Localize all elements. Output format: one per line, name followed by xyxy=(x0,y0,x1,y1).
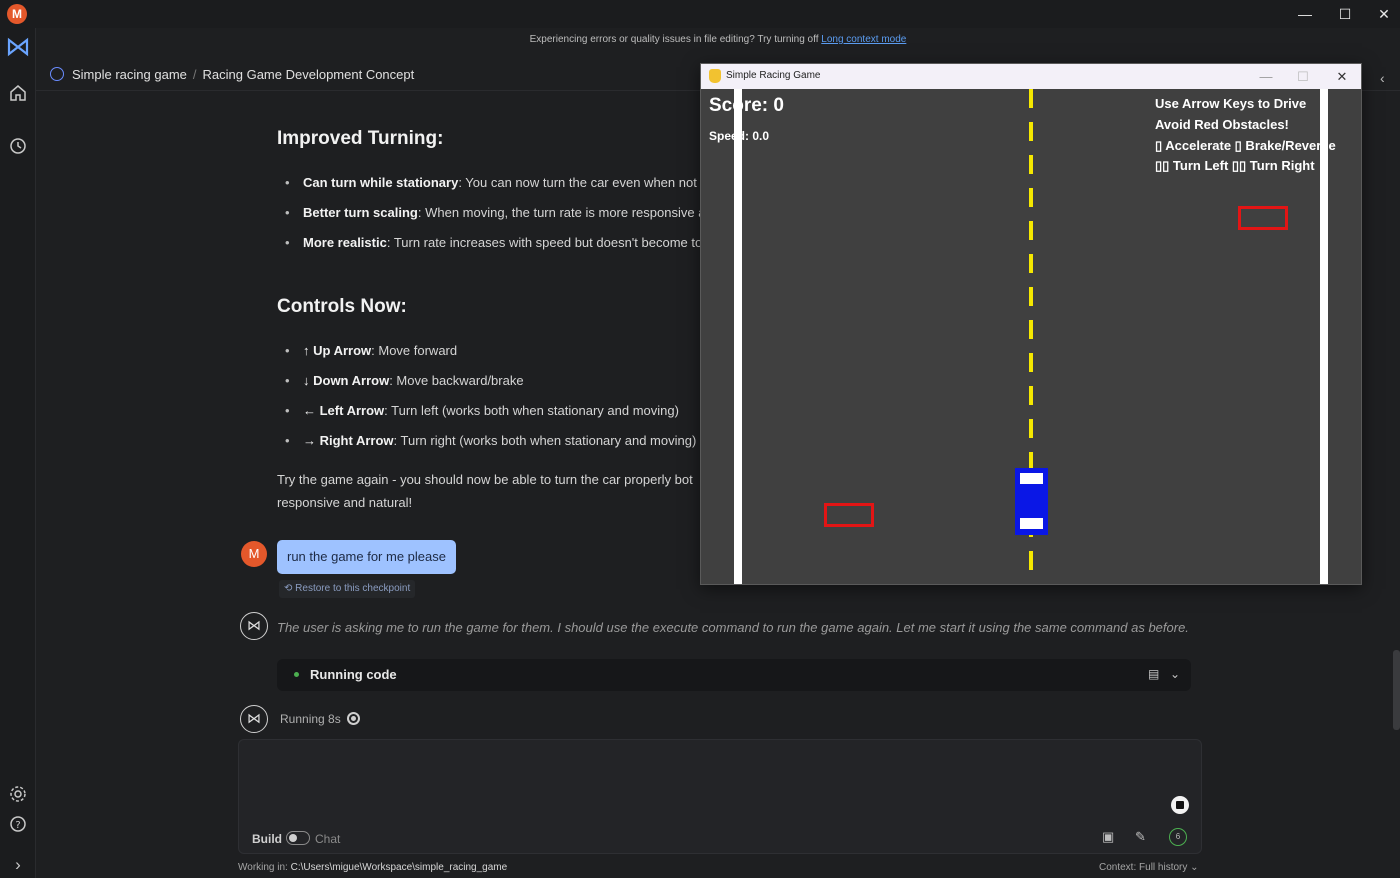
user-avatar[interactable]: M xyxy=(7,4,27,24)
mode-build-label: Build xyxy=(252,832,282,846)
game-close-button[interactable]: ✕ xyxy=(1327,67,1357,87)
list-item: • ↑ Up Arrow: Move forward xyxy=(285,343,458,358)
list-item: • ← Left Arrow: Turn left (works both whe… xyxy=(285,403,679,418)
restore-checkpoint-button[interactable]: ⟲ Restore to this checkpoint xyxy=(279,580,416,598)
list-item: • Can turn while stationary: You can now … xyxy=(285,175,705,190)
game-window[interactable]: Simple Racing Game — ☐ ✕ Score: 0 Speed:… xyxy=(700,63,1362,585)
mode-toggle[interactable] xyxy=(286,831,310,845)
close-button[interactable]: ✕ xyxy=(1364,4,1400,24)
minimize-button[interactable]: — xyxy=(1285,4,1325,24)
settings-icon[interactable] xyxy=(6,785,30,809)
home-icon[interactable] xyxy=(6,84,30,108)
left-rail: ? › xyxy=(0,28,36,878)
game-maximize-button[interactable]: ☐ xyxy=(1288,67,1318,87)
user-avatar: M xyxy=(241,541,267,567)
list-item: • → Right Arrow: Turn right (works both w… xyxy=(285,433,697,448)
chat-icon xyxy=(50,67,64,81)
lane-dash xyxy=(1029,353,1033,372)
lane-dash xyxy=(1029,221,1033,240)
history-icon[interactable] xyxy=(6,137,30,161)
tools-icon[interactable]: ✎ xyxy=(1135,829,1146,845)
running-code-label: Running code xyxy=(310,667,397,682)
lane-dash xyxy=(1029,89,1033,108)
car-windshield xyxy=(1020,473,1043,484)
section-heading: Improved Turning: xyxy=(277,128,444,149)
obstacle xyxy=(824,503,874,527)
expand-icon[interactable]: › xyxy=(6,853,30,877)
panel-toggle-icon[interactable]: ‹ xyxy=(1380,70,1385,86)
road-edge-left xyxy=(734,89,742,584)
working-directory: Working in: C:\Users\migue\Workspace\sim… xyxy=(238,862,508,873)
lane-dash xyxy=(1029,386,1033,405)
instruction-line: Use Arrow Keys to Drive xyxy=(1155,96,1307,111)
lane-dash xyxy=(1029,155,1033,174)
instruction-line: Avoid Red Obstacles! xyxy=(1155,117,1289,132)
svg-text:?: ? xyxy=(15,820,20,831)
lane-dash xyxy=(1029,320,1033,339)
list-item: • ↓ Down Arrow: Move backward/brake xyxy=(285,373,524,388)
assistant-thinking: The user is asking me to run the game fo… xyxy=(277,620,1189,635)
context-usage-indicator[interactable]: 6 xyxy=(1169,828,1187,846)
lane-dash xyxy=(1029,419,1033,438)
mode-chat-label: Chat xyxy=(315,832,341,846)
breadcrumb-separator: / xyxy=(192,66,197,82)
list-item: • Better turn scaling: When moving, the t… xyxy=(285,205,706,220)
title-bar: M — ☐ ✕ xyxy=(0,0,1400,28)
instruction-line: ▯▯ Turn Left ▯▯ Turn Right xyxy=(1155,158,1315,173)
game-titlebar[interactable]: Simple Racing Game — ☐ ✕ xyxy=(701,64,1361,89)
image-attach-icon[interactable]: ▣ xyxy=(1102,829,1114,845)
user-message: run the game for me please xyxy=(277,540,456,574)
loading-spinner-icon xyxy=(347,712,360,725)
assistant-avatar-icon: ⋈ xyxy=(240,705,268,733)
assistant-avatar-icon: ⋈ xyxy=(240,612,268,640)
terminal-icon[interactable]: ▤ xyxy=(1148,667,1159,681)
chevron-down-icon[interactable]: ⌄ xyxy=(1170,667,1180,681)
lane-dash xyxy=(1029,254,1033,273)
help-icon[interactable]: ? xyxy=(6,815,30,839)
lane-dash xyxy=(1029,122,1033,141)
game-window-title: Simple Racing Game xyxy=(726,70,821,81)
chat-input[interactable]: Build Chat ▣ ✎ 6 xyxy=(238,739,1202,854)
python-icon xyxy=(709,69,721,83)
section-heading: Controls Now: xyxy=(277,296,407,317)
stop-button[interactable] xyxy=(1171,796,1189,814)
obstacle xyxy=(1238,206,1288,230)
closing-line: responsive and natural! xyxy=(277,495,413,510)
running-status: Running 8s xyxy=(280,712,341,726)
score-display: Score: 0 xyxy=(709,95,784,116)
scrollbar[interactable] xyxy=(1393,650,1400,730)
notice-text: Experiencing errors or quality issues in… xyxy=(529,34,822,45)
breadcrumb-thread[interactable]: Racing Game Development Concept xyxy=(203,67,415,82)
road-edge-right xyxy=(1320,89,1328,584)
status-dot xyxy=(294,672,299,677)
speed-display: Speed: 0.0 xyxy=(709,129,770,143)
context-selector[interactable]: Context: Full history ⌄ xyxy=(1099,862,1199,873)
long-context-link[interactable]: Long context mode xyxy=(821,34,906,45)
list-item: • More realistic: Turn rate increases wit… xyxy=(285,235,703,250)
breadcrumb-project[interactable]: Simple racing game xyxy=(72,67,187,82)
lane-dash xyxy=(1029,287,1033,306)
instruction-line: ▯ Accelerate ▯ Brake/Reverse xyxy=(1155,138,1336,153)
lane-dash xyxy=(1029,551,1033,570)
breadcrumb: Simple racing game / Racing Game Develop… xyxy=(50,64,414,84)
running-code-panel[interactable]: Running code ▤ ⌄ xyxy=(277,659,1191,691)
app-logo-icon[interactable] xyxy=(6,36,30,60)
notice-banner: Experiencing errors or quality issues in… xyxy=(36,34,1400,45)
closing-line: Try the game again - you should now be a… xyxy=(277,472,693,487)
lane-dash xyxy=(1029,188,1033,207)
game-canvas[interactable]: Score: 0 Speed: 0.0 Use Arrow Keys to Dr… xyxy=(701,89,1361,584)
maximize-button[interactable]: ☐ xyxy=(1325,4,1365,24)
game-minimize-button[interactable]: — xyxy=(1251,67,1281,87)
car-rear-window xyxy=(1020,518,1043,529)
player-car xyxy=(1015,468,1048,535)
